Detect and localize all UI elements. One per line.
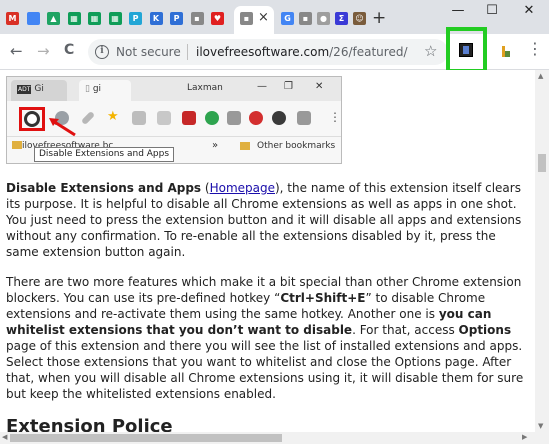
paragraph-text: . For that, access (352, 323, 459, 337)
extension-icon (227, 111, 241, 125)
site-icon[interactable]: ▪ (190, 12, 204, 25)
google-icon[interactable]: G (281, 12, 294, 25)
screenshot-maximize-icon: ❐ (284, 81, 293, 92)
vertical-scroll-thumb[interactable] (538, 154, 546, 172)
folder-icon (240, 142, 250, 150)
gmail-icon[interactable]: M (6, 12, 19, 25)
disable-extensions-icon[interactable] (459, 43, 473, 57)
globe-icon[interactable]: ● (317, 12, 330, 25)
options-text: Options (458, 323, 512, 337)
p-icon[interactable]: P (129, 12, 142, 25)
homepage-link[interactable]: Homepage (210, 181, 275, 195)
menu-icon[interactable]: ⋮ (527, 41, 543, 57)
reload-button[interactable]: C (64, 42, 74, 58)
browser-window: M ▲ ▦ ▦ ▦ P K P ▪ ♥ ▪ × G ▪ ● Σ ☺ + — ☐ ✕ ← → C i Not… (0, 0, 549, 444)
hotkey-text: Ctrl+Shift+E (280, 291, 366, 305)
bookmark-star-icon[interactable]: ☆ (424, 42, 437, 60)
sheets-icon[interactable]: ▦ (108, 12, 122, 25)
horizontal-scrollbar[interactable]: ◀ ▶ (0, 432, 549, 444)
chrome-icon[interactable] (26, 12, 40, 25)
screenshot-menu-icon: ⋮ (329, 110, 341, 124)
screenshot-tab-strip: ADT Gi ▯ gi Laxman — ❐ ✕ (7, 77, 341, 101)
folder-icon (12, 141, 22, 149)
chevron-icon: » (212, 140, 219, 151)
site-icon[interactable]: ▪ (299, 12, 312, 25)
security-label: Not secure (116, 45, 181, 59)
site-icon: ▪ (240, 12, 253, 25)
extension-icon (297, 111, 311, 125)
heart-icon[interactable]: ♥ (211, 12, 224, 25)
paragraph-text: page of this extension and there you wil… (6, 339, 524, 401)
screenshot-close-icon: ✕ (315, 81, 324, 92)
screenshot-tab-label: gi (92, 84, 102, 94)
grammarly-icon (205, 111, 219, 125)
sheets-icon[interactable]: ▦ (88, 12, 101, 25)
paragraph-title: Disable Extensions and Apps (6, 181, 202, 195)
cart-icon (132, 111, 146, 125)
scroll-left-icon[interactable]: ◀ (2, 433, 7, 441)
page-icon: ▯ (85, 84, 93, 94)
paren-text: ( (201, 181, 210, 195)
url-text[interactable]: ilovefreesoftware.com/26/featured/how-..… (196, 45, 408, 59)
cart-icon (157, 111, 171, 125)
book-icon (182, 111, 196, 125)
p-icon[interactable]: P (170, 12, 183, 25)
close-window-button[interactable]: ✕ (514, 3, 544, 18)
screenshot-minimize-icon: — (257, 81, 267, 92)
pen-icon (80, 110, 96, 126)
info-icon[interactable]: i (95, 45, 109, 59)
scroll-up-icon[interactable]: ▲ (538, 72, 543, 80)
back-button[interactable]: ← (10, 42, 23, 60)
section-heading: Extension Police (6, 416, 173, 432)
k-icon[interactable]: K (149, 12, 163, 25)
screenshot-tooltip: Disable Extensions and Apps (34, 147, 175, 162)
tab-close-icon[interactable]: × (258, 10, 269, 25)
scroll-down-icon[interactable]: ▼ (538, 422, 543, 430)
minimize-button[interactable]: — (443, 3, 473, 18)
extension-icon (272, 111, 286, 125)
screenshot-tab: ADT Gi (11, 80, 67, 101)
horizontal-scroll-thumb[interactable] (10, 434, 282, 442)
article-paragraph: There are two more features which make i… (6, 274, 530, 402)
address-bar[interactable]: i Not secure ilovefreesoftware.com/26/fe… (88, 39, 448, 65)
divider (187, 44, 188, 60)
url-host: ilovefreesoftware.com (196, 45, 330, 59)
forward-button[interactable]: → (37, 42, 50, 60)
page-content: ADT Gi ▯ gi Laxman — ❐ ✕ ★ ⋮ ilovefreeso… (0, 70, 535, 432)
url-path: /26/featured/how-... (329, 45, 408, 59)
scroll-right-icon[interactable]: ▶ (522, 433, 527, 441)
active-tab[interactable]: ▪ × (234, 6, 274, 34)
red-arrow-icon (49, 118, 76, 137)
adt-badge: ADT (17, 85, 32, 94)
article-paragraph: Disable Extensions and Apps (Homepage), … (6, 180, 530, 260)
vertical-scrollbar[interactable]: ▲ ▼ (535, 70, 549, 432)
screenshot-bookmark: Other bookmarks (257, 141, 336, 151)
sheets-icon[interactable]: ▦ (67, 12, 81, 25)
screenshot-tab-label: Gi (34, 84, 44, 94)
new-tab-button[interactable]: + (372, 8, 386, 28)
drive-icon[interactable]: ▲ (47, 12, 60, 25)
maximize-button[interactable]: ☐ (477, 3, 507, 18)
sigma-icon[interactable]: Σ (335, 12, 348, 25)
person-icon[interactable]: ☺ (353, 12, 366, 25)
extension-icon[interactable] (499, 44, 511, 60)
screenshot-user-name: Laxman (187, 83, 223, 93)
screenshot-tab: ▯ gi (79, 80, 131, 101)
star-icon: ★ (107, 109, 119, 124)
adblock-icon (249, 111, 263, 125)
screenshot-highlight-box (19, 107, 45, 131)
